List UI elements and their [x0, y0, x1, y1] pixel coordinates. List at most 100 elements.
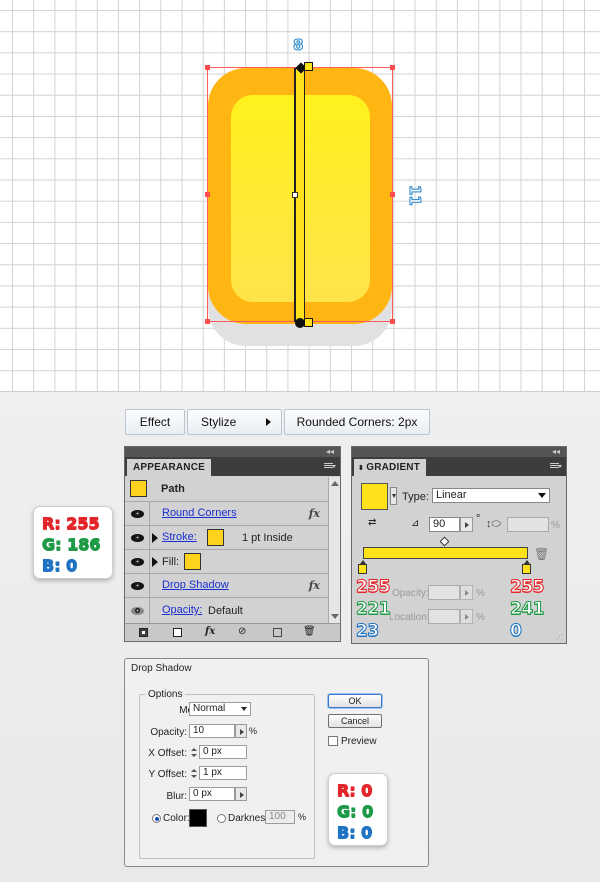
round-corners-link[interactable]: Round Corners — [162, 507, 237, 519]
rgb-red-value: R: 255 — [42, 514, 101, 534]
appearance-panel: ◂◂ APPEARANCE Path Round Corners fx Stro… — [124, 446, 341, 642]
aspect-ratio-input — [507, 517, 549, 532]
duplicate-item-icon[interactable] — [273, 628, 282, 637]
eye-icon — [130, 509, 144, 518]
opacity-dropdown-button[interactable] — [235, 724, 247, 738]
blur-dropdown-button[interactable] — [235, 787, 247, 801]
left-stop-green: 221 — [356, 599, 392, 620]
type-select-value: Linear — [436, 489, 467, 501]
bbox-handle[interactable] — [390, 65, 395, 70]
eye-icon — [130, 533, 144, 542]
bbox-handle[interactable] — [205, 319, 210, 324]
type-select[interactable]: Linear — [432, 488, 550, 503]
expand-triangle-icon[interactable] — [152, 557, 158, 567]
bbox-handle[interactable] — [205, 192, 210, 197]
color-radio[interactable] — [152, 814, 161, 823]
collapse-icon[interactable]: ◂◂ — [326, 448, 334, 456]
rgb-callout-shadow: R: 0 G: 0 B: 0 — [328, 773, 388, 846]
appearance-row-stroke[interactable]: Stroke: 1 pt Inside — [125, 526, 328, 550]
appearance-row-path[interactable]: Path — [125, 477, 328, 502]
menu-effect[interactable]: Effect — [125, 409, 185, 435]
stroke-link[interactable]: Stroke: — [162, 531, 197, 543]
rgb-callout-fill: R: 255 G: 186 B: 0 — [33, 506, 113, 579]
bbox-handle[interactable] — [390, 319, 395, 324]
expand-triangle-icon[interactable] — [152, 533, 158, 543]
x-offset-stepper[interactable] — [190, 747, 198, 759]
preview-checkbox[interactable] — [328, 736, 338, 746]
stroke-swatch[interactable] — [207, 529, 224, 546]
angle-dropdown-button[interactable] — [460, 517, 473, 532]
x-offset-label: X Offset: — [148, 748, 187, 759]
angle-input[interactable]: 90 — [429, 517, 460, 532]
gradient-slider-bar[interactable] — [363, 547, 528, 559]
scroll-down-icon[interactable] — [331, 614, 339, 619]
visibility-toggle[interactable] — [125, 526, 150, 549]
rgb-green-value: G: 0 — [337, 802, 374, 822]
mode-select-value: Normal — [193, 703, 226, 714]
cancel-button[interactable]: Cancel — [328, 714, 382, 728]
eye-icon — [130, 581, 144, 590]
midpoint-diamond[interactable] — [439, 536, 450, 547]
appearance-row-drop-shadow[interactable]: Drop Shadow fx — [125, 574, 328, 598]
y-offset-stepper[interactable] — [190, 768, 198, 780]
mode-select[interactable]: Normal — [189, 702, 251, 716]
y-offset-value: 1 px — [203, 767, 222, 778]
width-dimension-label: 8 — [292, 36, 304, 55]
blur-input[interactable]: 0 px — [189, 787, 235, 801]
gradient-preview-swatch[interactable] — [361, 483, 388, 510]
delete-stop-icon[interactable]: 🗑 — [534, 547, 549, 561]
add-effect-icon[interactable]: fx — [205, 626, 215, 637]
darkness-radio[interactable] — [217, 814, 226, 823]
tab-appearance[interactable]: APPEARANCE — [127, 459, 212, 476]
resize-grip-icon[interactable]: ⋰ — [556, 633, 563, 641]
bbox-handle[interactable] — [390, 192, 395, 197]
appearance-row-fill[interactable]: Fill: — [125, 550, 328, 574]
tab-gradient[interactable]: ⬍ GRADIENT — [354, 459, 427, 476]
menu-rounded-corners[interactable]: Rounded Corners: 2px — [284, 409, 430, 435]
gradient-tabbar: ⬍ GRADIENT — [352, 457, 566, 476]
panel-menu-icon[interactable] — [550, 462, 562, 470]
right-stop-red: 255 — [510, 577, 546, 598]
visibility-toggle[interactable] — [125, 502, 150, 525]
aspect-ratio-icon: ↕⬭ — [486, 518, 501, 530]
type-label: Type: — [402, 491, 429, 503]
fill-swatch[interactable] — [184, 553, 201, 570]
fx-icon: fx — [308, 579, 320, 592]
add-stroke-icon[interactable] — [139, 628, 148, 637]
center-point[interactable] — [292, 192, 298, 198]
left-stop-blue: 23 — [356, 621, 380, 642]
visibility-toggle[interactable] — [125, 598, 150, 623]
scroll-up-icon[interactable] — [331, 481, 339, 486]
appearance-scrollbar[interactable] — [328, 477, 340, 623]
gradient-presets-button[interactable] — [390, 487, 397, 505]
shadow-color-swatch[interactable] — [189, 809, 207, 827]
anchor-handle-top[interactable] — [304, 62, 313, 71]
visibility-toggle[interactable] — [125, 550, 150, 573]
appearance-row-round-corners[interactable]: Round Corners fx — [125, 502, 328, 526]
chevron-down-icon — [392, 494, 396, 498]
opacity-input[interactable]: 10 — [189, 724, 235, 738]
ok-button[interactable]: OK — [328, 694, 382, 708]
anchor-handle-bottom[interactable] — [304, 318, 313, 327]
opacity-percent: % — [476, 588, 485, 599]
opacity-link[interactable]: Opacity: — [162, 604, 202, 616]
opacity-label: Opacity: — [392, 588, 429, 599]
add-fill-icon[interactable] — [173, 628, 182, 637]
gradient-stop-right[interactable] — [522, 560, 531, 574]
collapse-icon[interactable]: ◂◂ — [552, 448, 560, 456]
opacity-label: Opacity: — [150, 727, 187, 738]
trash-icon[interactable]: 🗑 — [303, 626, 316, 637]
panel-menu-icon[interactable] — [324, 462, 336, 470]
bbox-handle[interactable] — [205, 65, 210, 70]
reverse-gradient-icon[interactable]: ⇄ — [368, 517, 376, 528]
x-offset-input[interactable]: 0 px — [199, 745, 247, 759]
appearance-row-opacity[interactable]: Opacity: Default — [125, 598, 328, 623]
left-stop-red: 255 — [356, 577, 392, 598]
gradient-stop-left[interactable] — [358, 560, 367, 574]
drop-shadow-link[interactable]: Drop Shadow — [162, 579, 229, 591]
fill-label: Fill: — [162, 556, 180, 568]
visibility-toggle[interactable] — [125, 574, 150, 597]
opacity-unit: % — [249, 726, 258, 736]
clear-appearance-icon[interactable]: ⊘ — [238, 626, 246, 637]
y-offset-input[interactable]: 1 px — [199, 766, 247, 780]
